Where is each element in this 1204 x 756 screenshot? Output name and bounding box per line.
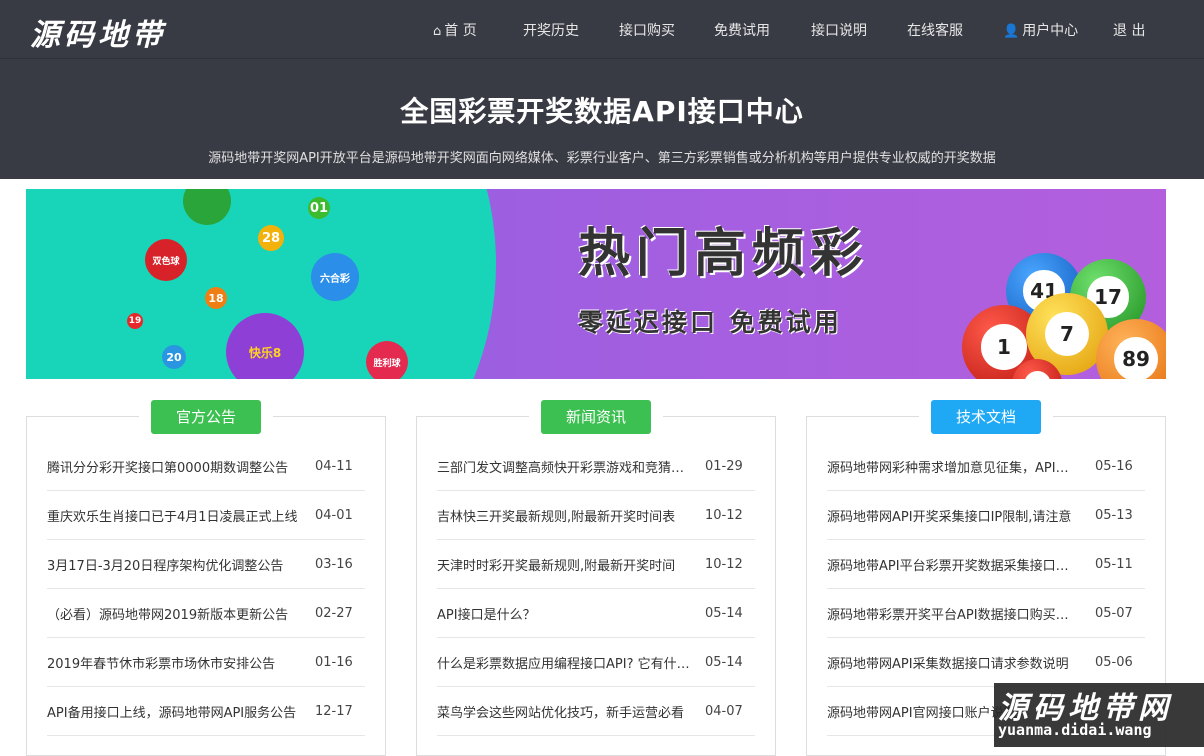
user-icon: 👤: [1003, 24, 1020, 39]
nav-api-docs[interactable]: 接口说明: [811, 20, 867, 40]
list-item[interactable]: 天津时时彩开奖最新规则,附最新开奖时间 10-12: [437, 540, 755, 589]
list-item[interactable]: 什么是彩票数据应用编程接口API? 它有什么用 05-14: [437, 638, 755, 687]
tab-tech-docs[interactable]: 技术文档: [931, 400, 1041, 434]
banner-heading: 热门高频彩: [578, 224, 869, 284]
list-item[interactable]: API接口是什么？ 05-14: [437, 589, 755, 638]
lottery-logo-ball: 双色球: [145, 239, 187, 281]
list-item[interactable]: 重庆欢乐生肖接口已于4月1日凌晨正式上线 04-01: [47, 491, 365, 540]
number-ball: 18: [205, 287, 227, 309]
number-ball: 28: [258, 225, 284, 251]
number-ball: 19: [127, 313, 143, 329]
hero-title: 全国彩票开奖数据API接口中心: [400, 95, 804, 128]
list-item[interactable]: 源码地带彩票开奖平台API数据接口购买流程 05-07: [827, 589, 1145, 638]
number-ball: 01: [308, 197, 330, 219]
nav-history[interactable]: 开奖历史: [523, 20, 579, 40]
list-item[interactable]: （必看）源码地带网2019新版本更新公告 02-27: [47, 589, 365, 638]
panel-news: 新闻资讯 三部门发文调整高频快开彩票游戏和竞猜型彩票 01-29 吉林快三开奖最新…: [416, 400, 776, 756]
announcement-list: 腾讯分分彩开奖接口第0000期数调整公告 04-11 重庆欢乐生肖接口已于4月1日…: [47, 442, 365, 736]
site-logo[interactable]: 源码地带: [30, 10, 166, 54]
tab-news[interactable]: 新闻资讯: [541, 400, 651, 434]
list-item[interactable]: 源码地带API平台彩票开奖数据采集接口说明 05-11: [827, 540, 1145, 589]
number-ball: 20: [162, 345, 186, 369]
promo-banner[interactable]: 01 28 双色球 六合彩 18 19 快乐8 20 胜利球 热门高频彩 零延迟…: [26, 189, 1166, 379]
lottery-logo-ball: 六合彩: [311, 253, 359, 301]
watermark-en: yuanma.didai.wang: [998, 721, 1152, 739]
top-navbar: 源码地带 ⌂ 首 页 开奖历史 接口购买 免费试用 接口说明 在线客服 👤 用户中心…: [0, 0, 1204, 58]
list-item[interactable]: 吉林快三开奖最新规则,附最新开奖时间表 10-12: [437, 491, 755, 540]
list-item[interactable]: 腾讯分分彩开奖接口第0000期数调整公告 04-11: [47, 442, 365, 491]
nav-online-service[interactable]: 在线客服: [907, 20, 963, 40]
list-item[interactable]: 源码地带网彩种需求增加意见征集，API接口 05-16: [827, 442, 1145, 491]
list-item[interactable]: 源码地带网API采集数据接口请求参数说明 05-06: [827, 638, 1145, 687]
nav-user-center[interactable]: 👤 用户中心: [1003, 20, 1078, 40]
list-item[interactable]: 3月17日-3月20日程序架构优化调整公告 03-16: [47, 540, 365, 589]
nav-buy-api[interactable]: 接口购买: [619, 20, 675, 40]
home-icon: ⌂: [433, 24, 442, 39]
list-item[interactable]: 菜鸟学会这些网站优化技巧，新手运营必看 04-07: [437, 687, 755, 736]
list-item[interactable]: 三部门发文调整高频快开彩票游戏和竞猜型彩票 01-29: [437, 442, 755, 491]
list-item[interactable]: API备用接口上线，源码地带网API服务公告 12-17: [47, 687, 365, 736]
nav-free-trial[interactable]: 免费试用: [714, 20, 770, 40]
list-item[interactable]: 2019年春节休市彩票市场休市安排公告 01-16: [47, 638, 365, 687]
tab-announcements[interactable]: 官方公告: [151, 400, 261, 434]
list-item[interactable]: 源码地带网API开奖采集接口IP限制,请注意 05-13: [827, 491, 1145, 540]
banner-subheading: 零延迟接口 免费试用: [578, 308, 842, 337]
lottery-logo-ball: 胜利球: [366, 341, 408, 379]
site-watermark: 源码地带网 yuanma.didai.wang: [994, 683, 1204, 747]
nav-logout[interactable]: 退 出: [1113, 20, 1145, 40]
panel-announcements: 官方公告 腾讯分分彩开奖接口第0000期数调整公告 04-11 重庆欢乐生肖接口已…: [26, 400, 386, 756]
hero-subtitle: 源码地带开奖网API开放平台是源码地带开奖网面向网络媒体、彩票行业客户、第三方彩…: [208, 151, 996, 166]
news-list: 三部门发文调整高频快开彩票游戏和竞猜型彩票 01-29 吉林快三开奖最新规则,附最…: [437, 442, 755, 736]
hero-section: 全国彩票开奖数据API接口中心 源码地带开奖网API开放平台是源码地带开奖网面向…: [0, 58, 1204, 179]
nav-home[interactable]: ⌂ 首 页: [433, 20, 477, 40]
